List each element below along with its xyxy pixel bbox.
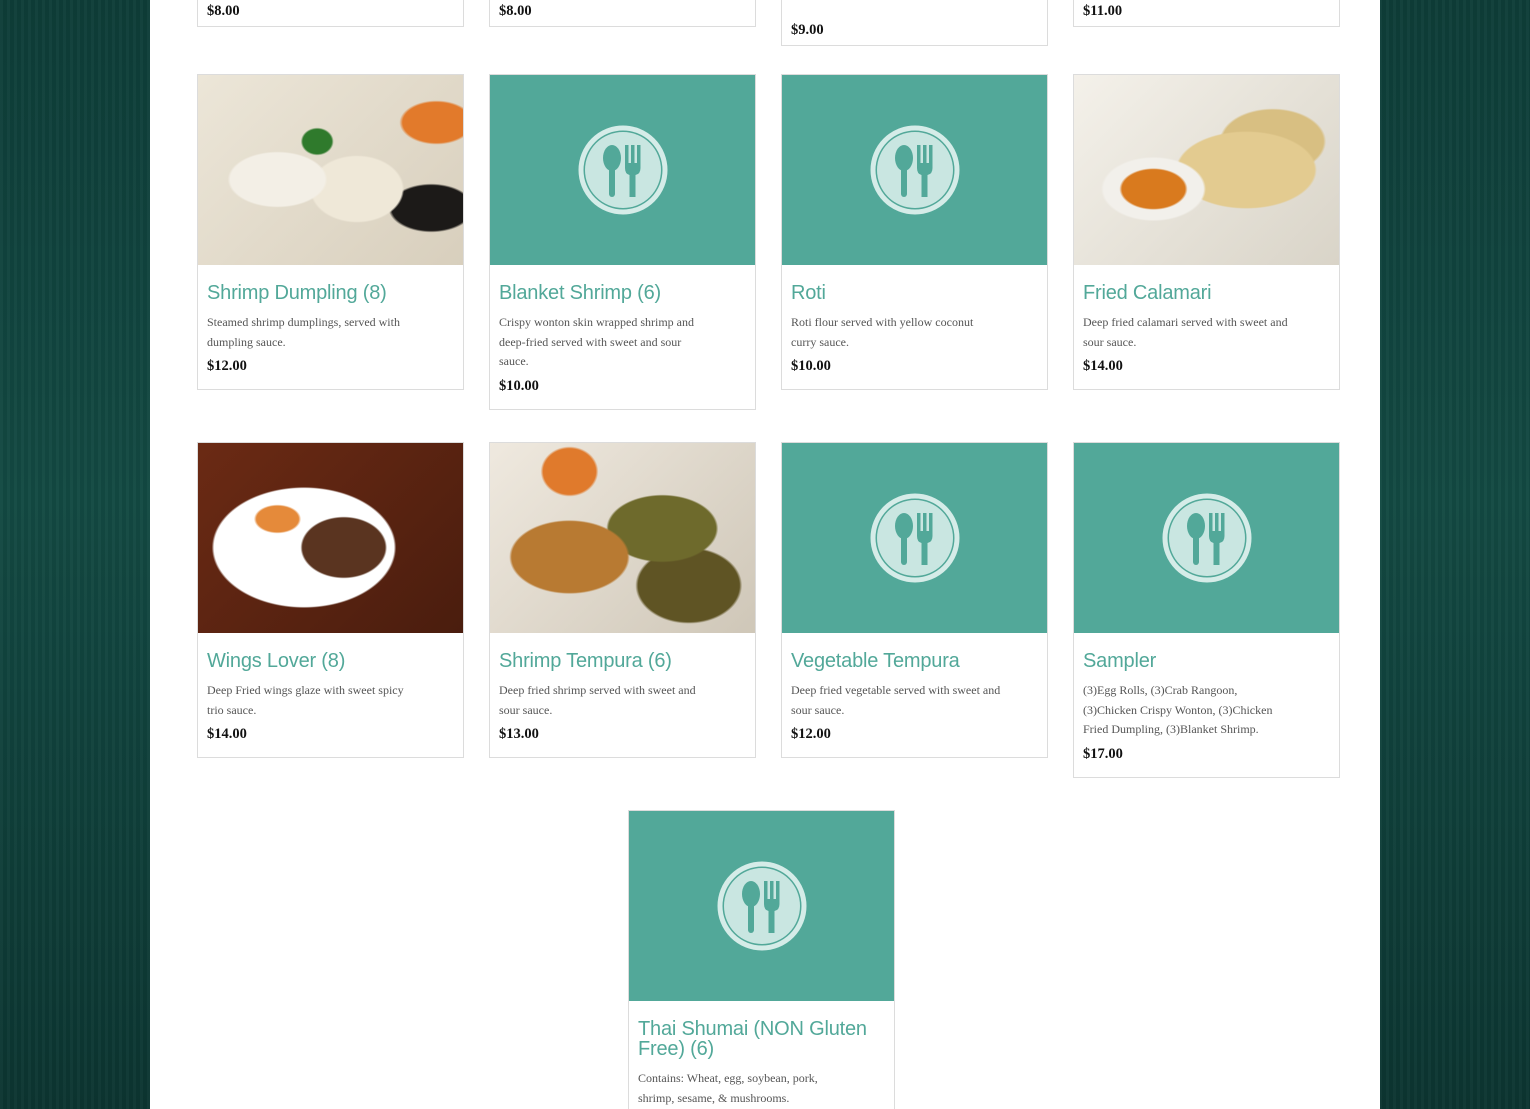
food-photo[interactable] bbox=[198, 443, 463, 633]
item-price: $10.00 bbox=[791, 358, 831, 374]
item-title[interactable]: Shrimp Dumpling (8) bbox=[207, 283, 454, 303]
menu-card[interactable]: Blanket Shrimp (6) Crispy wonton skin wr… bbox=[489, 74, 756, 410]
menu-card[interactable]: Sampler (3)Egg Rolls, (3)Crab Rangoon, (… bbox=[1073, 442, 1340, 778]
item-title[interactable]: Roti bbox=[791, 283, 1038, 303]
item-price: $13.00 bbox=[499, 726, 539, 742]
item-price: $14.00 bbox=[1083, 358, 1123, 374]
item-price: $11.00 bbox=[1083, 3, 1123, 19]
placeholder-image[interactable] bbox=[629, 811, 894, 1001]
item-description: Contains: Wheat, egg, soybean, pork, shr… bbox=[638, 1071, 818, 1105]
menu-card[interactable]: $11.00 bbox=[1073, 0, 1340, 27]
food-photo[interactable] bbox=[1074, 75, 1339, 265]
item-title[interactable]: Blanket Shrimp (6) bbox=[499, 283, 746, 303]
menu-card[interactable]: Fried Calamari Deep fried calamari serve… bbox=[1073, 74, 1340, 390]
menu-card[interactable]: Shrimp Dumpling (8) Steamed shrimp dumpl… bbox=[197, 74, 464, 390]
item-price: $12.00 bbox=[207, 358, 247, 374]
menu-card[interactable]: Shrimp Tempura (6) Deep fried shrimp ser… bbox=[489, 442, 756, 758]
item-description: (3)Egg Rolls, (3)Crab Rangoon, (3)Chicke… bbox=[1083, 683, 1273, 736]
placeholder-image[interactable] bbox=[490, 75, 755, 265]
item-description: Deep fried calamari served with sweet an… bbox=[1083, 315, 1288, 349]
spoon-fork-icon bbox=[717, 861, 806, 951]
item-title[interactable]: Sampler bbox=[1083, 651, 1330, 671]
spoon-fork-icon bbox=[578, 125, 667, 215]
menu-card[interactable]: Vegetable Tempura Deep fried vegetable s… bbox=[781, 442, 1048, 758]
placeholder-image[interactable] bbox=[782, 75, 1047, 265]
item-title[interactable]: Fried Calamari bbox=[1083, 283, 1330, 303]
spoon-fork-icon bbox=[870, 493, 959, 583]
item-title[interactable]: Wings Lover (8) bbox=[207, 651, 454, 671]
food-photo[interactable] bbox=[490, 443, 755, 633]
menu-card[interactable]: $8.00 bbox=[489, 0, 756, 27]
menu-card[interactable]: Roti Roti flour served with yellow cocon… bbox=[781, 74, 1048, 390]
spoon-fork-icon bbox=[1162, 493, 1251, 583]
placeholder-image[interactable] bbox=[1074, 443, 1339, 633]
item-description: Deep fried vegetable served with sweet a… bbox=[791, 683, 1001, 717]
item-price: $9.00 bbox=[791, 22, 824, 38]
item-price: $17.00 bbox=[1083, 745, 1123, 762]
menu-card[interactable]: $8.00 bbox=[197, 0, 464, 27]
item-description: Steamed shrimp dumplings, served with du… bbox=[207, 315, 400, 349]
menu-card[interactable]: Thai Shumai (NON Gluten Free) (6) Contai… bbox=[628, 810, 895, 1109]
item-price: $10.00 bbox=[499, 377, 539, 394]
menu-card[interactable]: Wings Lover (8) Deep Fried wings glaze w… bbox=[197, 442, 464, 758]
food-photo[interactable] bbox=[198, 75, 463, 265]
item-title[interactable]: Vegetable Tempura bbox=[791, 651, 1038, 671]
menu-container: $8.00 $8.00 $9.00 $11.00 Shrimp Dumpling… bbox=[150, 0, 1380, 1109]
item-title[interactable]: Shrimp Tempura (6) bbox=[499, 651, 746, 671]
item-description: Deep Fried wings glaze with sweet spicy … bbox=[207, 683, 404, 717]
item-price: $8.00 bbox=[499, 3, 532, 19]
item-description: Roti flour served with yellow coconut cu… bbox=[791, 315, 974, 349]
item-description: Crispy wonton skin wrapped shrimp and de… bbox=[499, 315, 694, 368]
menu-card[interactable]: $9.00 bbox=[781, 0, 1048, 46]
item-description: Deep fried shrimp served with sweet and … bbox=[499, 683, 696, 717]
item-price: $14.00 bbox=[207, 726, 247, 742]
item-price: $12.00 bbox=[791, 726, 831, 742]
spoon-fork-icon bbox=[870, 125, 959, 215]
item-price: $8.00 bbox=[207, 3, 240, 19]
item-title[interactable]: Thai Shumai (NON Gluten Free) (6) bbox=[638, 1019, 885, 1059]
placeholder-image[interactable] bbox=[782, 443, 1047, 633]
